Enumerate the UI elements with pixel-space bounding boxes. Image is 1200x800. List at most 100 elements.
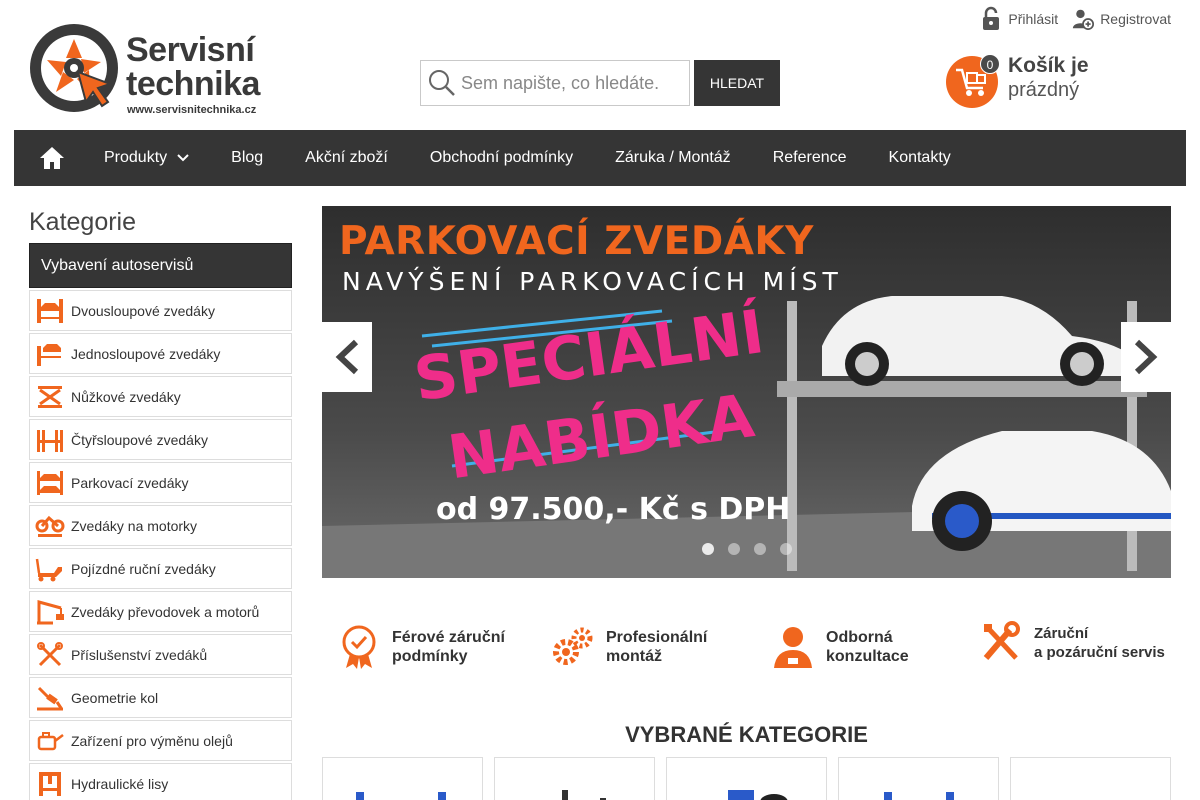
sidebar-item-label: Hydraulické lisy [71, 775, 169, 792]
chevron-down-icon [177, 154, 189, 162]
carousel-next-button[interactable] [1121, 322, 1171, 392]
banner-headline: PARKOVACÍ ZVEDÁKY [339, 219, 814, 264]
banner-subline: NAVÝŠENÍ PARKOVACÍCH MÍST [342, 267, 843, 296]
selected-categories-grid [322, 757, 1171, 800]
promo-carousel[interactable]: PARKOVACÍ ZVEDÁKY NAVÝŠENÍ PARKOVACÍCH M… [322, 206, 1171, 578]
home-button[interactable] [14, 130, 90, 186]
sidebar-item-label: Nůžkové zvedáky [71, 388, 181, 405]
nav-item-kontakty[interactable]: Kontakty [868, 130, 972, 186]
category-card[interactable] [666, 757, 827, 800]
nav-item-blog[interactable]: Blog [210, 130, 284, 186]
logo-url: www.servisnitechnika.cz [127, 104, 257, 116]
feature-line2: a pozáruční servis [1034, 644, 1165, 661]
sidebar-item-label: Příslušenství zvedáků [71, 646, 208, 663]
sidebar-item-parkovaci[interactable]: Parkovací zvedáky [29, 462, 292, 503]
sidebar-item-nuzkove[interactable]: Nůžkové zvedáky [29, 376, 292, 417]
sidebar-item-motorky[interactable]: Zvedáky na motorky [29, 505, 292, 546]
tools-icon [37, 641, 63, 666]
parking-lift-icon [37, 470, 63, 495]
sidebar-item-lisy[interactable]: Hydraulické lisy [29, 763, 292, 800]
features-strip: Férové záruční podmínky Profesionální mont… [322, 612, 1171, 682]
floor-jack-icon [35, 558, 62, 581]
product-thumbnail [355, 792, 446, 800]
support-agent-icon [774, 627, 812, 668]
padlock-icon [983, 6, 1000, 30]
search-box [420, 60, 690, 106]
motorcycle-lift-icon [35, 515, 65, 537]
cart[interactable]: 0 Košík je prázdný [946, 54, 1176, 114]
carousel-dot-1[interactable] [702, 543, 714, 555]
product-thumbnail [883, 792, 954, 800]
category-card[interactable] [322, 757, 483, 800]
nav-item-produkty[interactable]: Produkty [90, 130, 210, 186]
sidebar-item-ctyrsloupove[interactable]: Čtyřsloupové zvedáky [29, 419, 292, 460]
search-button[interactable]: HLEDAT [694, 60, 780, 106]
product-thumbnail [727, 790, 788, 800]
gears-icon [553, 627, 593, 665]
login-link[interactable]: Přihlásit [980, 6, 1058, 32]
search-icon [429, 70, 455, 96]
oil-can-icon [37, 731, 64, 750]
cart-status-line1: Košík je [1008, 54, 1089, 77]
nav-item-akcni-zbozi[interactable]: Akční zboží [284, 130, 409, 186]
feature-montaz: Profesionální montáž [552, 612, 707, 682]
wheel-logo-icon [30, 24, 118, 112]
feature-line1: Odborná [826, 629, 893, 646]
carousel-dot-3[interactable] [754, 543, 766, 555]
cart-status-line2: prázdný [1008, 79, 1080, 101]
search-input[interactable] [461, 72, 681, 94]
home-icon [40, 147, 64, 169]
feature-line1: Záruční [1034, 625, 1089, 642]
feature-servis: Záruční a pozáruční servis [980, 608, 1165, 678]
selected-categories-title: VYBRANÉ KATEGORIE [625, 722, 868, 747]
wheel-alignment-icon [37, 686, 63, 710]
feature-konzultace: Odborná konzultace [772, 612, 909, 682]
sidebar-item-pojizdne[interactable]: Pojízdné ruční zvedáky [29, 548, 292, 589]
sidebar-item-prevodovek[interactable]: Zvedáky převodovek a motorů [29, 591, 292, 632]
main-nav: Produkty Blog Akční zboží Obchodní podmí… [14, 130, 1186, 186]
sidebar-item-label: Pojízdné ruční zvedáky [71, 560, 216, 577]
chevron-right-icon [1134, 339, 1158, 375]
sidebar-head-vybaveni[interactable]: Vybavení autoservisů [29, 243, 292, 288]
category-sidebar: Vybavení autoservisů Dvousloupové zvedák… [29, 243, 292, 800]
sidebar-item-label: Jednosloupové zvedáky [71, 345, 221, 362]
category-card[interactable] [494, 757, 655, 800]
cart-count-badge: 0 [980, 54, 1000, 74]
category-card[interactable] [1010, 757, 1171, 800]
account-links: Přihlásit Registrovat [980, 6, 1171, 32]
sidebar-item-oleje[interactable]: Zařízení pro výměnu olejů [29, 720, 292, 761]
carousel-dot-4[interactable] [780, 543, 792, 555]
sidebar-item-label: Geometrie kol [71, 689, 159, 706]
nav-item-obchodni-podminky[interactable]: Obchodní podmínky [409, 130, 594, 186]
sidebar-item-dvousloupove[interactable]: Dvousloupové zvedáky [29, 290, 292, 331]
carousel-prev-button[interactable] [322, 322, 372, 392]
sidebar-item-geometrie[interactable]: Geometrie kol [29, 677, 292, 718]
sidebar-item-label: Zvedáky převodovek a motorů [71, 603, 260, 620]
carousel-dots [702, 543, 792, 555]
sidebar-item-label: Dvousloupové zvedáky [71, 302, 215, 319]
nav-item-label: Produkty [104, 149, 168, 166]
feature-line1: Férové záruční [392, 629, 505, 646]
engine-crane-icon [37, 599, 64, 624]
badge-check-icon [342, 625, 376, 669]
carousel-dot-2[interactable] [728, 543, 740, 555]
sidebar-item-prislusenstvi[interactable]: Příslušenství zvedáků [29, 634, 292, 675]
four-post-lift-icon [37, 429, 63, 452]
two-post-lift-icon [37, 298, 63, 323]
banner-price: od 97.500,- Kč s DPH [436, 492, 791, 527]
sidebar-item-label: Parkovací zvedáky [71, 474, 189, 491]
category-card[interactable] [838, 757, 999, 800]
nav-item-zaruka-montaz[interactable]: Záruka / Montáž [594, 130, 752, 186]
wrench-screwdriver-icon [983, 621, 1020, 660]
hydraulic-press-icon [39, 771, 61, 796]
logo-line2: technika [126, 65, 260, 103]
feature-line2: konzultace [826, 648, 909, 665]
nav-item-reference[interactable]: Reference [752, 130, 868, 186]
logo[interactable]: Servisní technika www.servisnitechnika.c… [28, 20, 278, 120]
product-thumbnail [561, 790, 606, 800]
feature-line1: Profesionální [606, 629, 708, 646]
chevron-left-icon [335, 339, 359, 375]
logo-line1: Servisní [126, 31, 255, 69]
sidebar-item-jednosloupove[interactable]: Jednosloupové zvedáky [29, 333, 292, 374]
register-link[interactable]: Registrovat [1072, 6, 1171, 32]
